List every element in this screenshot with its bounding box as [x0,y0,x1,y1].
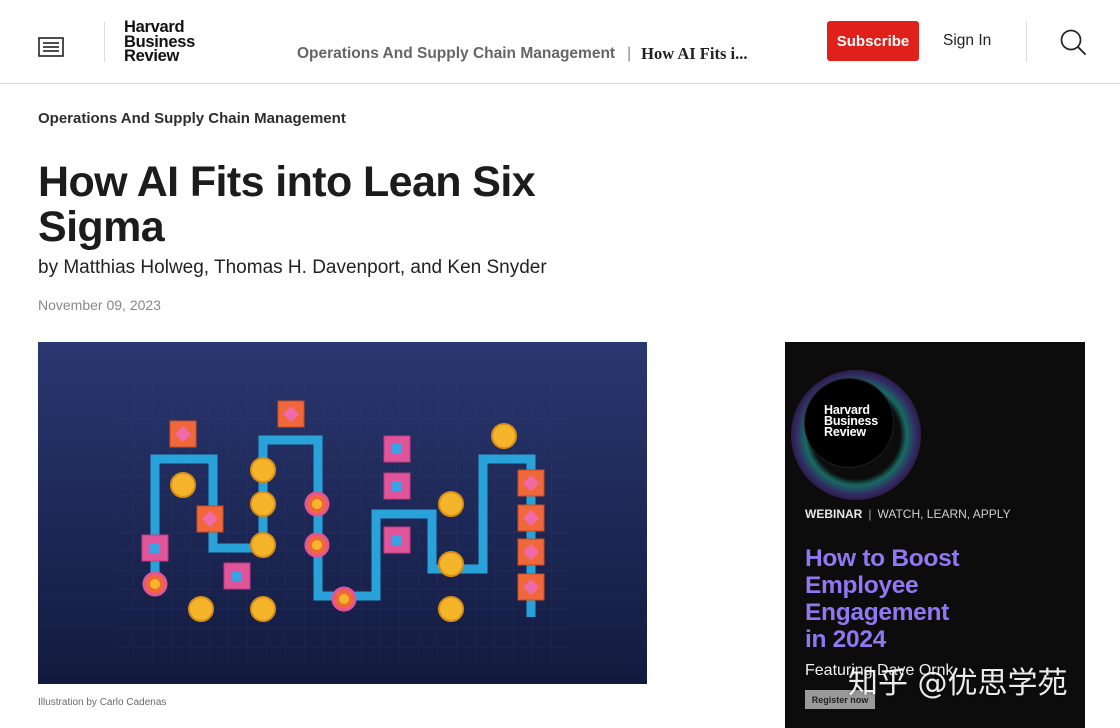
article-topic-link[interactable]: Operations And Supply Chain Management [38,110,346,127]
ad-headline-line: Engagement [805,599,950,626]
ad-headline: How to Boost Employee Engagement in 2024 [805,545,1075,653]
search-icon[interactable] [1059,28,1087,56]
ad-headline-line: in 2024 [805,626,886,653]
article-title: How AI Fits into Lean Six Sigma [38,158,536,251]
logo-line: Review [124,47,180,65]
ad-kicker: WEBINAR | WATCH, LEARN, APPLY [805,507,1011,521]
breadcrumb-current: How AI Fits i... [641,44,748,63]
site-header: Harvard Business Review Operations And S… [0,0,1120,84]
ad-kicker-label: WEBINAR [805,507,863,521]
header-divider [104,22,105,62]
ad-kicker-text: WATCH, LEARN, APPLY [877,507,1011,521]
menu-icon[interactable] [38,36,64,58]
ad-headline-line: How to Boost [805,545,960,572]
hero-illustration [38,342,647,684]
ad-kicker-separator: | [868,507,872,521]
hbr-logo[interactable]: Harvard Business Review [124,19,195,65]
breadcrumb: Operations And Supply Chain Management |… [297,44,747,64]
subscribe-button[interactable]: Subscribe [827,21,919,61]
watermark: 知乎 @优思学苑 [848,666,1068,701]
sign-in-link[interactable]: Sign In [943,32,991,50]
breadcrumb-topic-link[interactable]: Operations And Supply Chain Management [297,45,615,63]
breadcrumb-separator: | [627,45,632,62]
ad-hbr-logo: Harvard Business Review [824,404,878,439]
article-date: November 09, 2023 [38,297,161,313]
image-caption: Illustration by Carlo Cadenas [38,697,167,708]
article-byline: by Matthias Holweg, Thomas H. Davenport,… [38,257,547,278]
header-divider [1026,22,1027,62]
ad-headline-line: Employee [805,572,919,599]
ad-logo-line: Review [824,425,866,439]
